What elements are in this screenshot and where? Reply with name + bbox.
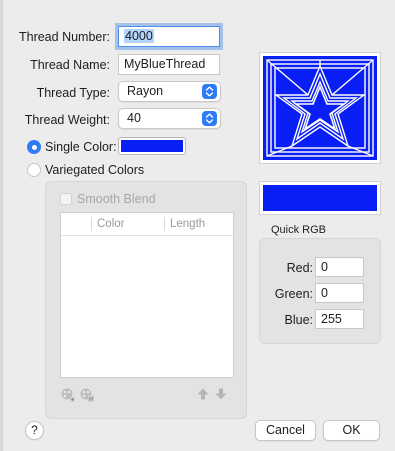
green-label: Green:	[274, 287, 313, 301]
thread-type-select[interactable]: Rayon	[118, 81, 221, 102]
thread-weight-label: Thread Weight:	[24, 113, 110, 127]
chevron-updown-icon	[202, 84, 217, 99]
blue-label: Blue:	[284, 313, 314, 327]
column-header-length[interactable]: Length	[170, 213, 205, 235]
thread-number-label: Thread Number:	[18, 30, 110, 44]
smooth-blend-label: Smooth Blend	[77, 192, 156, 206]
variegated-group: Smooth Blend Color Length	[45, 181, 247, 419]
arrow-down-icon	[214, 388, 228, 404]
thread-preview-image	[259, 52, 381, 164]
smooth-blend-checkbox[interactable]	[60, 193, 72, 205]
thread-weight-value: 40	[127, 111, 141, 125]
add-color-button[interactable]	[60, 387, 77, 403]
variegated-colors-radio[interactable]	[27, 163, 41, 177]
thread-type-label: Thread Type:	[36, 86, 110, 100]
single-color-label: Single Color:	[45, 140, 117, 154]
color-preview-swatch	[259, 181, 381, 215]
quick-rgb-group: Red: 0 Green: 0 Blue: 255	[259, 238, 381, 344]
quick-rgb-title: Quick RGB	[271, 224, 327, 236]
variegated-color-list[interactable]: Color Length	[60, 212, 234, 378]
thread-name-field[interactable]: MyBlueThread	[118, 54, 220, 75]
move-up-button[interactable]	[196, 387, 213, 403]
green-field[interactable]: 0	[315, 283, 364, 303]
red-field[interactable]: 0	[315, 257, 364, 277]
move-down-button[interactable]	[214, 387, 231, 403]
red-label: Red:	[286, 261, 313, 275]
ok-button[interactable]: OK	[323, 420, 380, 441]
list-header	[61, 213, 233, 236]
chevron-updown-icon	[202, 111, 217, 126]
thread-name-label: Thread Name:	[30, 58, 110, 72]
blue-field[interactable]: 255	[315, 309, 364, 329]
add-color-icon	[60, 388, 76, 406]
remove-color-button[interactable]	[79, 387, 96, 403]
column-header-color[interactable]: Color	[97, 213, 124, 235]
help-icon: ?	[31, 423, 38, 437]
thread-type-value: Rayon	[127, 84, 164, 98]
header-divider	[164, 217, 165, 231]
window-edge	[0, 0, 3, 451]
thread-weight-select[interactable]: 40	[118, 108, 221, 129]
cancel-button[interactable]: Cancel	[255, 420, 316, 441]
remove-color-icon	[79, 388, 95, 406]
color-preview-fill	[263, 185, 377, 211]
single-color-radio[interactable]	[27, 140, 41, 154]
thread-number-value: 4000	[124, 29, 154, 43]
header-divider	[91, 217, 92, 231]
variegated-colors-label: Variegated Colors	[45, 163, 145, 177]
arrow-up-icon	[196, 388, 210, 404]
help-button[interactable]: ?	[25, 421, 44, 440]
single-color-swatch	[121, 140, 183, 152]
star-pattern-icon	[263, 56, 377, 160]
single-color-well[interactable]	[118, 137, 186, 155]
thread-number-field[interactable]: 4000	[118, 26, 220, 47]
